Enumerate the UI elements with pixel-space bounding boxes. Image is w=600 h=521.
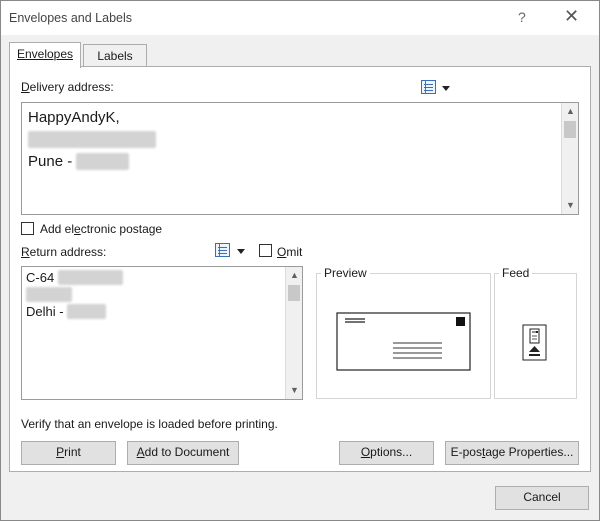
address-book-icon[interactable]: [421, 80, 436, 94]
return-scrollbar[interactable]: ▲ ▼: [285, 267, 302, 399]
delivery-line-1: HappyAndyK,: [28, 109, 120, 126]
delivery-scrollbar[interactable]: ▲ ▼: [561, 103, 578, 214]
scroll-up-icon[interactable]: ▲: [562, 103, 578, 120]
omit-checkbox[interactable]: [259, 244, 272, 257]
close-icon[interactable]: ✕: [564, 6, 579, 27]
return-line-3: Delhi - xxxxxx: [26, 303, 298, 320]
print-button[interactable]: Print: [21, 441, 116, 465]
help-icon[interactable]: ?: [518, 9, 526, 25]
tab-envelopes[interactable]: Envelopes: [9, 42, 81, 68]
return-line-2-redacted: xxxxxxx: [26, 286, 298, 303]
scroll-thumb[interactable]: [564, 121, 576, 138]
title-bar: Envelopes and Labels ? ✕: [1, 1, 599, 35]
return-chevron-down-icon[interactable]: [237, 249, 245, 254]
add-to-document-button[interactable]: Add to Document: [127, 441, 239, 465]
chevron-down-icon[interactable]: [442, 86, 450, 91]
omit-label: Omit: [277, 245, 303, 259]
envelopes-labels-dialog: Envelopes and Labels ? ✕ Envelopes Label…: [0, 0, 600, 521]
epostage-properties-button[interactable]: E-postage Properties...: [445, 441, 579, 465]
scroll-down-icon[interactable]: ▼: [562, 197, 578, 214]
return-line-1: C-64 xxxxxxxxxx: [26, 269, 298, 286]
delivery-line-2-redacted: xxxxxxxxxxxxxxxxx: [28, 129, 572, 151]
add-electronic-postage-label: Add electronic postage: [40, 222, 163, 236]
tab-labels-label: Labels: [97, 49, 133, 63]
feed-icon[interactable]: [495, 274, 578, 400]
return-address-label: Return address:: [21, 245, 107, 259]
preview-group: Preview: [316, 266, 492, 400]
add-electronic-postage-checkbox[interactable]: [21, 222, 34, 235]
tab-envelopes-label: Envelopes: [16, 47, 74, 61]
return-address-field[interactable]: C-64 xxxxxxxxxx xxxxxxx Delhi - xxxxxx ▲…: [21, 266, 303, 400]
envelope-preview[interactable]: [317, 274, 492, 400]
envelopes-panel: Delivery address: HappyAndyK, xxxxxxxxxx…: [9, 66, 591, 472]
scroll-up-icon[interactable]: ▲: [286, 267, 302, 284]
scroll-thumb[interactable]: [288, 285, 300, 301]
return-address-book-icon[interactable]: [215, 243, 230, 257]
options-button[interactable]: Options...: [339, 441, 434, 465]
delivery-address-field[interactable]: HappyAndyK, xxxxxxxxxxxxxxxxx Pune - xxx…: [21, 102, 579, 215]
delivery-line-3: Pune - xxxxxxx: [28, 151, 572, 173]
tab-labels[interactable]: Labels: [83, 44, 147, 66]
envelope-loaded-note: Verify that an envelope is loaded before…: [21, 417, 278, 431]
cancel-button[interactable]: Cancel: [495, 486, 589, 510]
scroll-down-icon[interactable]: ▼: [286, 382, 302, 399]
window-title: Envelopes and Labels: [9, 11, 133, 25]
delivery-address-label: Delivery address:: [21, 80, 114, 94]
feed-group: Feed: [494, 266, 578, 400]
